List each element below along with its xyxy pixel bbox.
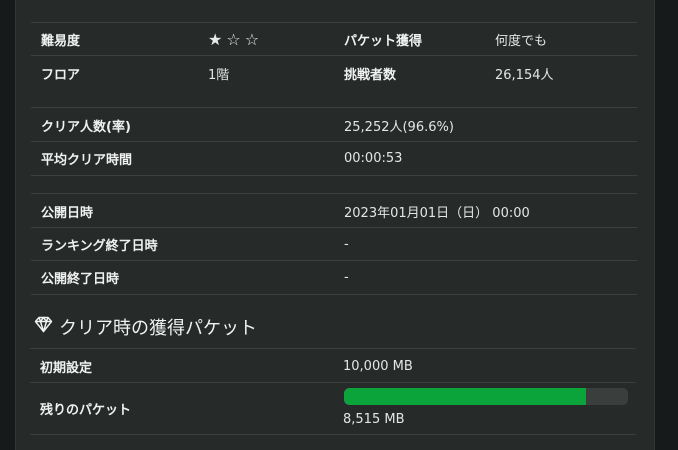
avg-time-label: 平均クリア時間 xyxy=(41,153,133,168)
star-outline-icon: ☆ xyxy=(244,30,260,49)
publish-row: 公開日時 2023年01月01日（日） 00:00 xyxy=(31,193,637,228)
remaining-packet-progress-fill xyxy=(344,388,586,405)
remaining-packet-progress xyxy=(344,388,628,405)
info-row-difficulty: 難易度 ★ ☆ ☆ パケット獲得 何度でも xyxy=(31,22,637,56)
initial-packet-row: 初期設定 10,000 MB xyxy=(30,348,636,383)
publish-label: 公開日時 xyxy=(41,205,94,221)
difficulty-label: 難易度 xyxy=(41,34,81,49)
publish-end-row: 公開終了日時 - xyxy=(31,260,637,295)
floor-value: 1階 xyxy=(208,67,230,83)
clear-count-row: クリア人数(率) 25,252人(96.6%) xyxy=(31,107,637,142)
clear-count-label: クリア人数(率) xyxy=(41,119,131,135)
clear-count-value: 25,252人(96.6%) xyxy=(344,119,454,135)
packet-value: 何度でも xyxy=(495,34,548,49)
star-outline-icon: ☆ xyxy=(226,30,241,49)
avg-time-row: 平均クリア時間 00:00:53 xyxy=(31,141,637,176)
difficulty-stars: ★ ☆ ☆ xyxy=(208,23,259,56)
packets-section-title: クリア時の獲得パケット xyxy=(34,312,257,342)
ranking-end-row: ランキング終了日時 - xyxy=(31,227,637,261)
challengers-label: 挑戦者数 xyxy=(344,67,397,83)
publish-end-label: 公開終了日時 xyxy=(41,272,120,287)
remaining-packet-value: 8,515 MB xyxy=(343,411,405,427)
remaining-packet-label: 残りのパケット xyxy=(40,403,132,418)
challengers-value: 26,154人 xyxy=(495,67,554,83)
star-filled-icon: ★ xyxy=(208,30,223,49)
packet-label: パケット獲得 xyxy=(344,34,423,49)
floor-label: フロア xyxy=(41,67,81,83)
publish-value: 2023年01月01日（日） 00:00 xyxy=(344,205,530,221)
ranking-end-label: ランキング終了日時 xyxy=(41,239,158,254)
initial-packet-label: 初期設定 xyxy=(40,360,93,376)
packets-section-label: クリア時の獲得パケット xyxy=(59,318,257,339)
initial-packet-value: 10,000 MB xyxy=(343,358,413,374)
diamond-icon xyxy=(34,316,59,338)
publish-end-value: - xyxy=(344,270,349,285)
ranking-end-value: - xyxy=(344,237,349,252)
avg-time-value: 00:00:53 xyxy=(344,151,403,166)
info-row-floor: フロア 1階 挑戦者数 26,154人 xyxy=(31,55,637,90)
